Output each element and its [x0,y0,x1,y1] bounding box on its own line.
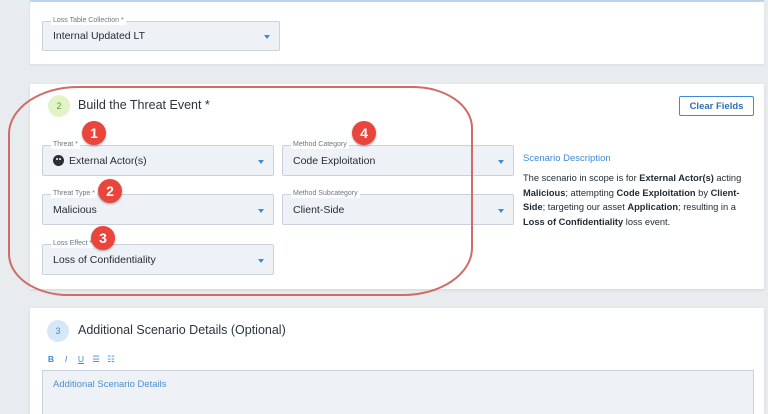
desc-text-part: acting [713,173,742,183]
method-category-value: Code Exploitation [293,154,376,167]
loss-table-card: Loss Table Collection * Internal Updated… [30,0,764,64]
annotation-badge-1: 1 [82,121,106,145]
chevron-down-icon [258,258,264,263]
annotation-badge-4: 4 [352,121,376,145]
threat-actor-icon [53,155,64,166]
threat-select[interactable]: Threat * External Actor(s) [42,140,274,176]
section-3-title: Additional Scenario Details (Optional) [78,323,286,337]
annotation-badge-3: 3 [91,226,115,250]
threat-value: External Actor(s) [69,154,147,167]
desc-method-category: Code Exploitation [616,187,696,198]
scenario-description-title: Scenario Description [523,153,611,164]
desc-threat: External Actor(s) [639,173,714,183]
method-category-select[interactable]: Method Category Code Exploitation [282,140,514,176]
additional-details-textarea[interactable]: Additional Scenario Details [42,370,754,414]
annotation-badge-2: 2 [98,179,122,203]
desc-threat-type: Malicious [523,187,566,198]
threat-type-value: Malicious [53,203,97,216]
step-2-circle: 2 [48,95,70,117]
rich-text-toolbar: B I U ☰ ☷ [47,354,115,365]
italic-button[interactable]: I [62,354,70,365]
section-2-title: Build the Threat Event * [78,98,210,112]
desc-asset: Application [627,202,679,212]
additional-details-placeholder: Additional Scenario Details [53,379,167,390]
chevron-down-icon [264,35,270,39]
underline-button[interactable]: U [77,354,85,365]
step-3-circle: 3 [47,320,69,342]
chevron-down-icon [258,159,264,164]
method-subcategory-select[interactable]: Method Subcategory Client-Side [282,189,514,225]
desc-text-part: ; resulting in a [678,202,736,212]
desc-loss-effect: Loss of Confidentiality [523,216,624,227]
desc-text-part: by [695,187,711,198]
desc-text-part: loss event. [623,216,671,227]
bold-button[interactable]: B [47,354,55,365]
loss-effect-select[interactable]: Loss Effect * Loss of Confidentiality [42,239,274,275]
threat-type-select[interactable]: Threat Type * Malicious [42,189,274,225]
desc-text-part: ; targeting our asset [542,202,628,212]
chevron-down-icon [258,208,264,213]
method-subcategory-value: Client-Side [293,203,345,216]
desc-text-part: The scenario in scope is for [523,173,640,183]
scenario-description-text: The scenario in scope is for External Ac… [523,171,759,229]
chevron-down-icon [498,159,504,164]
clear-fields-button[interactable]: Clear Fields [679,96,754,116]
loss-table-select[interactable]: Loss Table Collection * Internal Updated… [42,16,280,51]
numbered-list-icon[interactable]: ☷ [107,354,115,365]
threat-value-wrap: External Actor(s) [53,146,147,175]
desc-text-part: ; attempting [565,187,617,198]
chevron-down-icon [498,208,504,213]
bullet-list-icon[interactable]: ☰ [92,354,100,365]
loss-table-value: Internal Updated LT [53,30,146,42]
